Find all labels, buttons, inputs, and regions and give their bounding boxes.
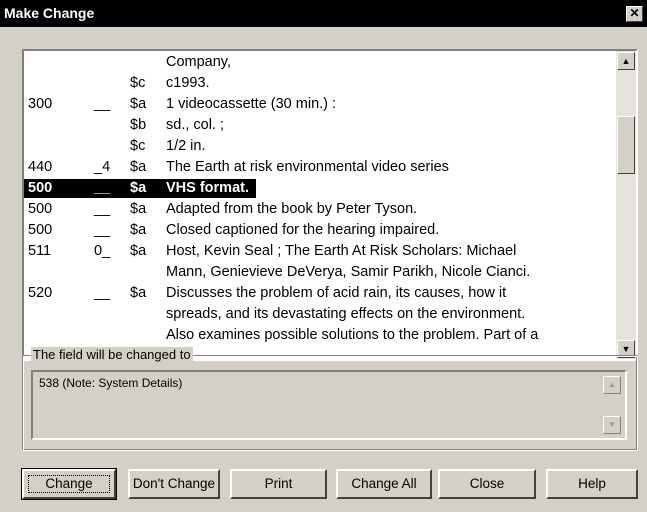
- field-text: sd., col. ;: [166, 117, 225, 133]
- dont-change-button[interactable]: Don't Change: [128, 469, 220, 499]
- field-text: VHS format.: [166, 180, 249, 196]
- record-list[interactable]: Company, $c c1993. 300 __ $a 1 videocassette (…: [22, 49, 638, 361]
- record-row[interactable]: $b sd., col. ;: [24, 115, 616, 136]
- field-text: 1 videocassette (30 min.) :: [166, 96, 337, 112]
- dialog-body: Company, $c c1993. 300 __ $a 1 videocassette (…: [0, 27, 647, 512]
- record-row[interactable]: spreads, and its devastating effects on …: [24, 304, 616, 325]
- print-button-label: Print: [264, 476, 293, 491]
- record-row[interactable]: 300 __ $a 1 videocassette (30 min.) :: [24, 94, 616, 115]
- field-text: Host, Kevin Seal ; The Earth At Risk Sch…: [166, 243, 517, 259]
- title-bar: Make Change ✕: [0, 0, 647, 27]
- change-all-button[interactable]: Change All: [336, 469, 432, 499]
- record-row[interactable]: 500 __ $a Adapted from the book by Peter Ty…: [24, 199, 616, 220]
- close-button[interactable]: Close: [438, 469, 536, 499]
- record-row[interactable]: Also examines possible solutions to the …: [24, 325, 616, 346]
- scroll-up-button[interactable]: ▲: [617, 52, 635, 70]
- field-text: The Earth at risk environmental video se…: [166, 159, 449, 175]
- up-arrow-icon: ▲: [621, 56, 631, 66]
- field-text: 1/2 in.: [166, 138, 206, 154]
- change-to-scroll-up-button[interactable]: ▲: [603, 376, 621, 394]
- field-tag: 520: [28, 285, 53, 301]
- field-indicators: __: [94, 201, 111, 217]
- field-text: Closed captioned for the hearing impaire…: [166, 222, 440, 238]
- field-tag: 500: [28, 180, 53, 196]
- record-rows: Company, $c c1993. 300 __ $a 1 videocassette (…: [24, 52, 616, 346]
- field-text: Also examines possible solutions to the …: [166, 327, 539, 343]
- group-legend: The field will be changed to: [31, 347, 193, 363]
- record-row[interactable]: 500 __ $a Closed captioned for the hearing …: [24, 220, 616, 241]
- dont-change-button-label: Don't Change: [132, 476, 216, 491]
- field-text: spreads, and its devastating effects on …: [166, 306, 526, 322]
- vertical-scrollbar[interactable]: ▲ ▼: [616, 51, 636, 359]
- subfield-code: $a: [130, 222, 147, 238]
- subfield-code: $c: [130, 138, 146, 154]
- field-indicators: __: [94, 96, 111, 112]
- focus-rect: [28, 475, 110, 493]
- close-window-button[interactable]: ✕: [626, 6, 643, 22]
- record-row[interactable]: $c 1/2 in.: [24, 136, 616, 157]
- up-arrow-icon: ▲: [608, 380, 616, 389]
- field-tag: 500: [28, 222, 53, 238]
- field-tag: 500: [28, 201, 53, 217]
- field-indicators: __: [94, 222, 111, 238]
- print-button[interactable]: Print: [230, 469, 327, 499]
- record-row[interactable]: Mann, Genievieve DeVerya, Samir Parikh, …: [24, 262, 616, 283]
- subfield-code: $a: [130, 243, 147, 259]
- field-tag: 300: [28, 96, 53, 112]
- close-icon: ✕: [629, 6, 640, 20]
- help-button[interactable]: Help: [546, 469, 638, 499]
- field-indicators: __: [94, 180, 111, 196]
- field-text: c1993.: [166, 75, 210, 91]
- record-row-selected[interactable]: 500 __ $a VHS format.: [24, 178, 616, 199]
- field-text: Discusses the problem of acid rain, its …: [166, 285, 507, 301]
- down-arrow-icon: ▼: [608, 420, 616, 429]
- field-text: Adapted from the book by Peter Tyson.: [166, 201, 418, 217]
- change-to-scroll-down-button[interactable]: ▼: [603, 416, 621, 434]
- subfield-code: $a: [130, 96, 147, 112]
- field-text: Mann, Genievieve DeVerya, Samir Parikh, …: [166, 264, 531, 280]
- subfield-code: $a: [130, 201, 147, 217]
- close-button-label: Close: [469, 476, 505, 491]
- subfield-code: $a: [130, 285, 147, 301]
- record-row[interactable]: 440 _4 $a The Earth at risk environmental v…: [24, 157, 616, 178]
- scroll-thumb[interactable]: [617, 116, 635, 174]
- change-to-field[interactable]: 538 (Note: System Details) ▲ ▼: [31, 370, 627, 440]
- change-to-value: 538 (Note: System Details): [39, 376, 183, 390]
- field-text: Company,: [166, 54, 232, 70]
- change-all-button-label: Change All: [351, 476, 417, 491]
- field-indicators: _4: [94, 159, 111, 175]
- record-row[interactable]: Company,: [24, 52, 616, 73]
- subfield-code: $c: [130, 75, 146, 91]
- subfield-code: $a: [130, 180, 147, 196]
- field-indicators: __: [94, 285, 111, 301]
- record-row[interactable]: $c c1993.: [24, 73, 616, 94]
- button-row: Change Don't Change Print Change All Clo…: [21, 468, 640, 500]
- change-to-scrollbar[interactable]: ▲ ▼: [603, 376, 621, 434]
- record-row[interactable]: 520 __ $a Discusses the problem of acid rai…: [24, 283, 616, 304]
- window-title: Make Change: [4, 5, 95, 21]
- change-to-group: The field will be changed to 538 (Note: …: [22, 347, 638, 451]
- field-tag: 511: [28, 243, 52, 259]
- down-arrow-icon: ▼: [621, 344, 631, 354]
- help-button-label: Help: [578, 476, 606, 491]
- field-tag: 440: [28, 159, 53, 175]
- subfield-code: $a: [130, 159, 147, 175]
- change-button[interactable]: Change: [21, 468, 117, 500]
- subfield-code: $b: [130, 117, 147, 133]
- field-indicators: 0_: [94, 243, 111, 259]
- record-row[interactable]: 511 0_ $a Host, Kevin Seal ; The Earth At R…: [24, 241, 616, 262]
- record-list-content: Company, $c c1993. 300 __ $a 1 videocassette (…: [24, 51, 616, 359]
